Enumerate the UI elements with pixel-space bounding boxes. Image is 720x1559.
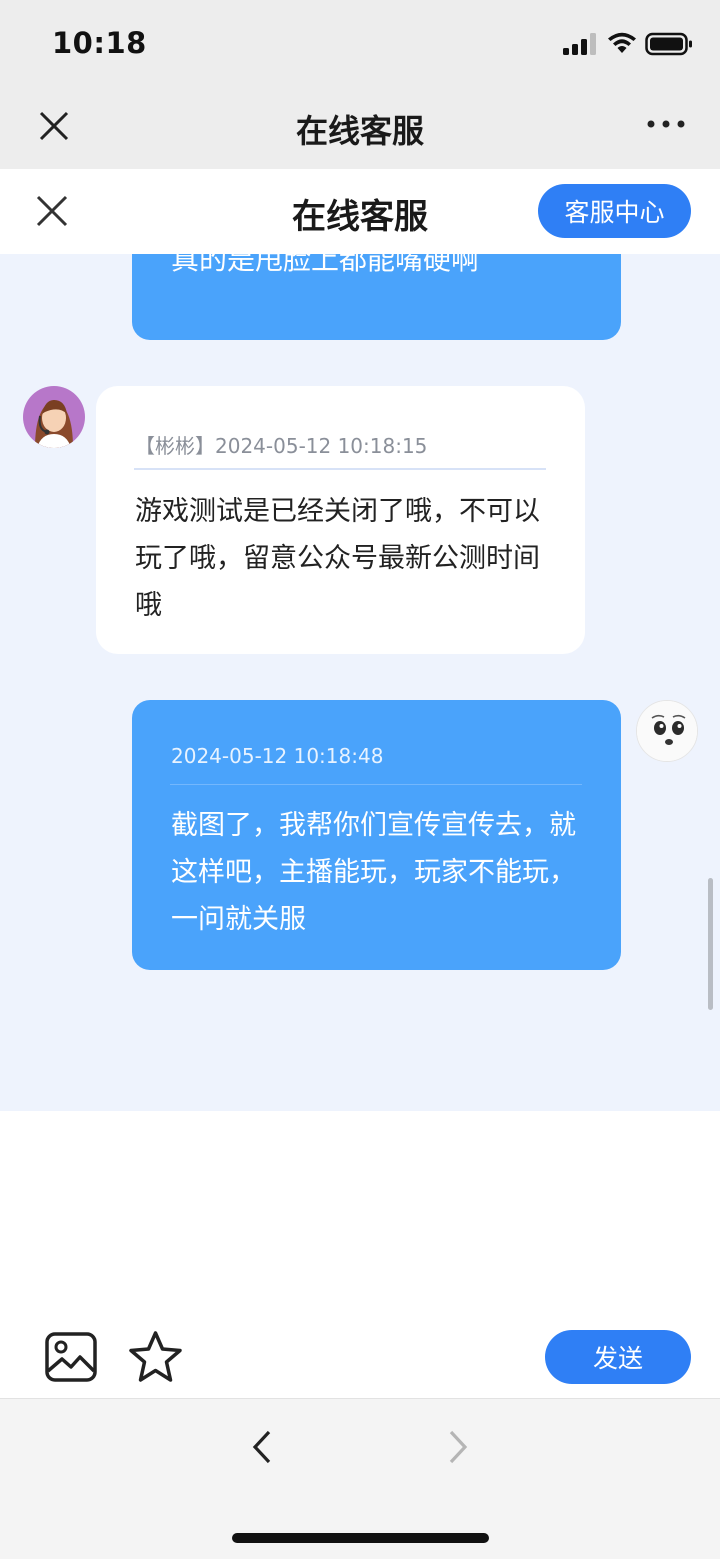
cellular-signal-icon [563, 33, 596, 55]
battery-icon [645, 32, 692, 56]
user-message-bubble: 真的是甩脸上都能嘴硬啊 [132, 254, 621, 340]
message-divider [134, 468, 546, 470]
user-avatar [636, 700, 698, 762]
agent-message-bubble: 【彬彬】2024-05-12 10:18:15 游戏测试是已经关闭了哦，不可以玩… [96, 386, 585, 654]
agent-avatar-icon [23, 386, 85, 448]
status-bar: 10:18 [0, 0, 720, 86]
chat-area[interactable]: 真的是甩脸上都能嘴硬啊 【彬彬】2024-05-12 10:18:15 游戏测试… [0, 254, 720, 1111]
message-text: 游戏测试是已经关闭了哦，不可以玩了哦，留意公众号最新公测时间哦 [135, 496, 540, 621]
chat-scrollbar[interactable] [708, 878, 713, 1010]
star-icon[interactable] [127, 1330, 184, 1384]
message-text: 真的是甩脸上都能嘴硬啊 [171, 254, 480, 276]
page-header: 在线客服 客服中心 [0, 169, 720, 254]
message-meta: 【彬彬】2024-05-12 10:18:15 [135, 434, 428, 458]
message-text: 截图了，我帮你们宣传宣传去，就这样吧，主播能玩，玩家不能玩，一问就关服 [171, 810, 576, 935]
browser-title: 在线客服 [295, 112, 424, 150]
more-icon[interactable] [646, 116, 686, 132]
chevron-left-icon[interactable] [248, 1429, 278, 1465]
agent-avatar [23, 386, 85, 448]
browser-nav-bar: 在线客服 [0, 86, 720, 169]
image-icon[interactable] [44, 1331, 98, 1383]
message-divider [170, 784, 582, 785]
service-center-button[interactable]: 客服中心 [538, 184, 691, 238]
user-message-bubble: 2024-05-12 10:18:48 截图了，我帮你们宣传宣传去，就这样吧，主… [132, 700, 621, 970]
send-button[interactable]: 发送 [545, 1330, 691, 1384]
wifi-icon [608, 32, 636, 53]
message-meta: 2024-05-12 10:18:48 [171, 744, 384, 768]
status-time: 10:18 [52, 26, 147, 60]
input-toolbar: 发送 [0, 1300, 720, 1398]
chevron-right-icon[interactable] [442, 1429, 472, 1465]
home-indicator [232, 1533, 489, 1543]
user-avatar-icon [637, 701, 697, 761]
